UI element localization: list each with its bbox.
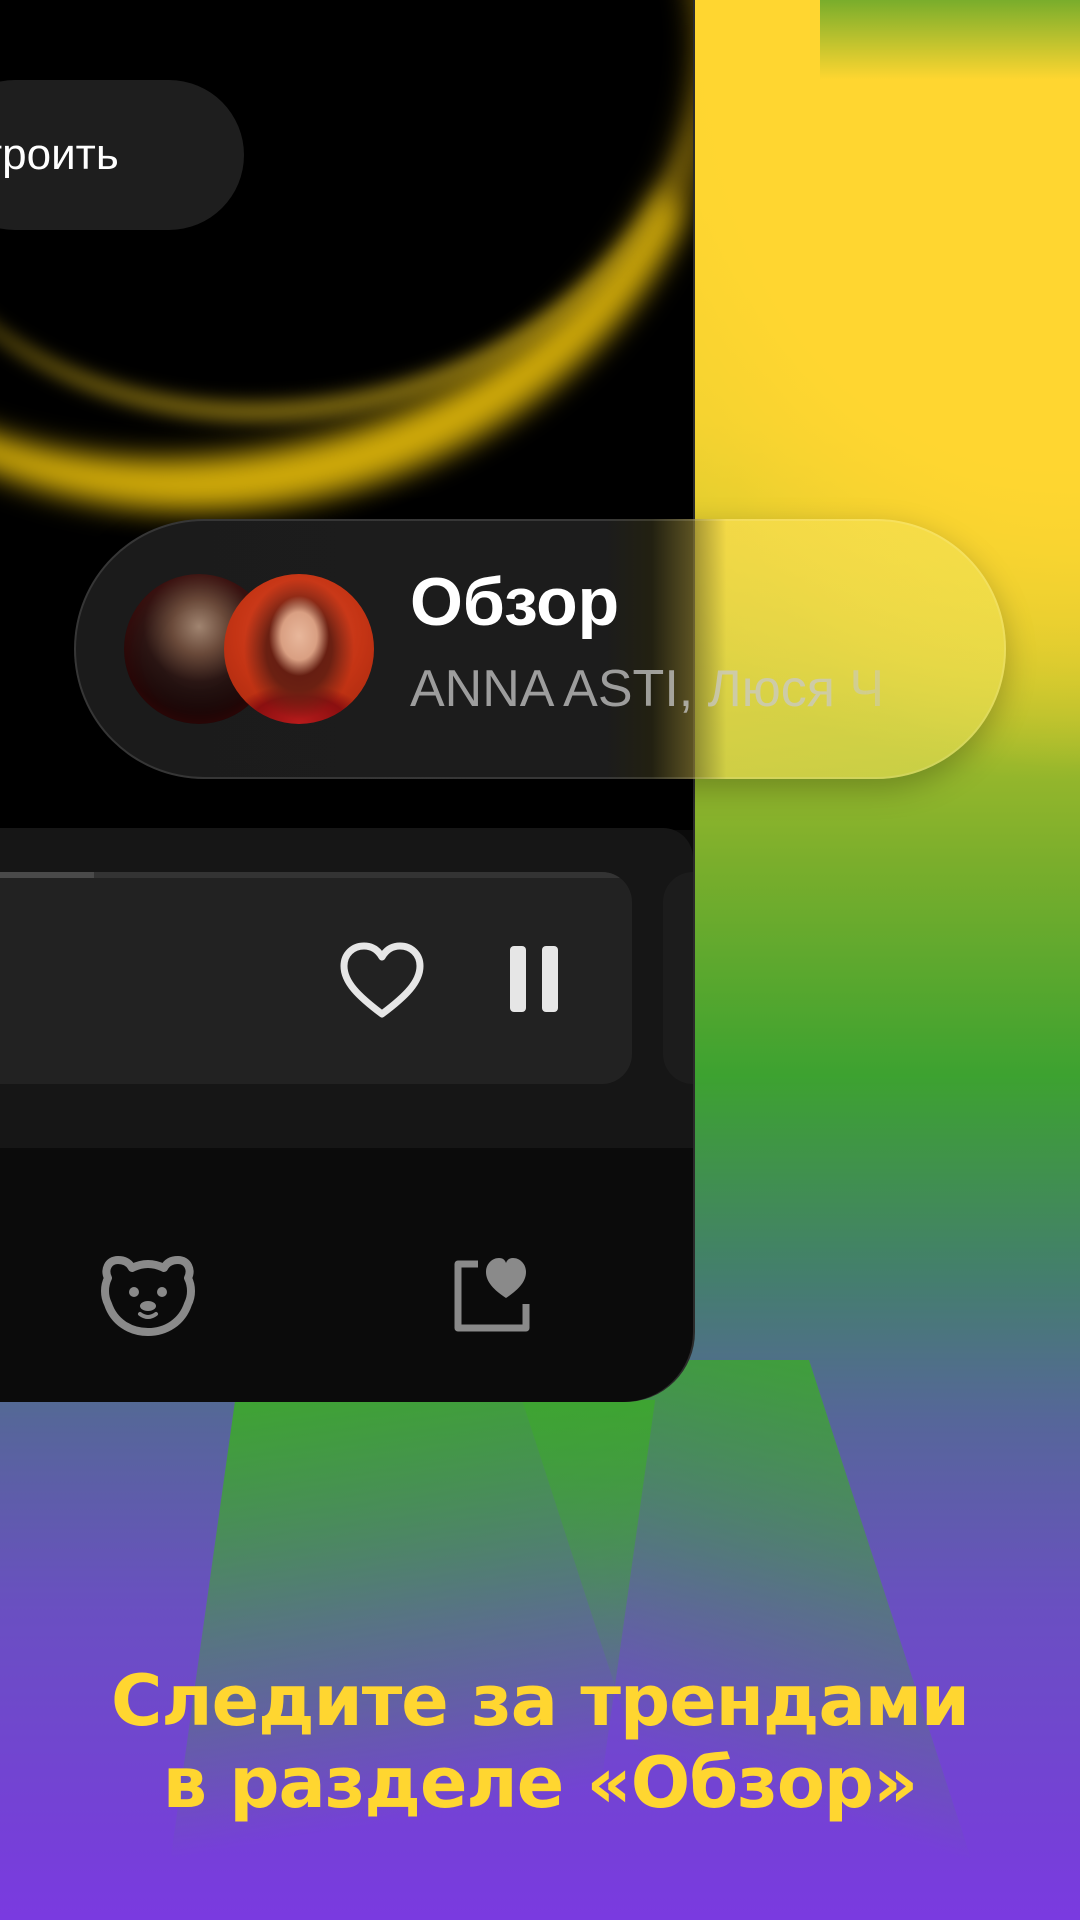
artist-avatar <box>224 574 374 724</box>
pill-title: Обзор <box>410 564 620 640</box>
nav-item-collection[interactable] <box>450 1252 536 1334</box>
bear-icon <box>101 1256 195 1336</box>
setup-button-label: троить <box>0 130 119 179</box>
setup-button[interactable]: троить <box>0 80 244 230</box>
nav-item-main[interactable] <box>100 1250 196 1338</box>
background-streak <box>820 0 1080 80</box>
collection-heart-icon <box>454 1258 530 1332</box>
pause-icon <box>542 946 558 1012</box>
heart-outline-icon <box>340 942 424 1018</box>
now-playing-pill[interactable]: Обзор ANNA ASTI, Люся Ч <box>74 519 1006 779</box>
progress-track[interactable] <box>0 872 632 878</box>
background-streak <box>509 1360 991 1920</box>
pause-icon <box>510 946 526 1012</box>
like-button[interactable] <box>338 940 426 1020</box>
pill-subtitle: ANNA ASTI, Люся Ч <box>410 660 885 718</box>
promo-headline-line: Следите за трендами <box>111 1660 970 1742</box>
progress-fill <box>0 872 95 878</box>
promo-headline-line: в разделе «Обзор» <box>162 1742 919 1824</box>
next-track-card[interactable] <box>663 872 693 1084</box>
background-streak <box>164 1400 656 1900</box>
promo-headline: Следите за трендами в разделе «Обзор» <box>0 1660 1080 1824</box>
pause-button[interactable] <box>508 946 560 1012</box>
